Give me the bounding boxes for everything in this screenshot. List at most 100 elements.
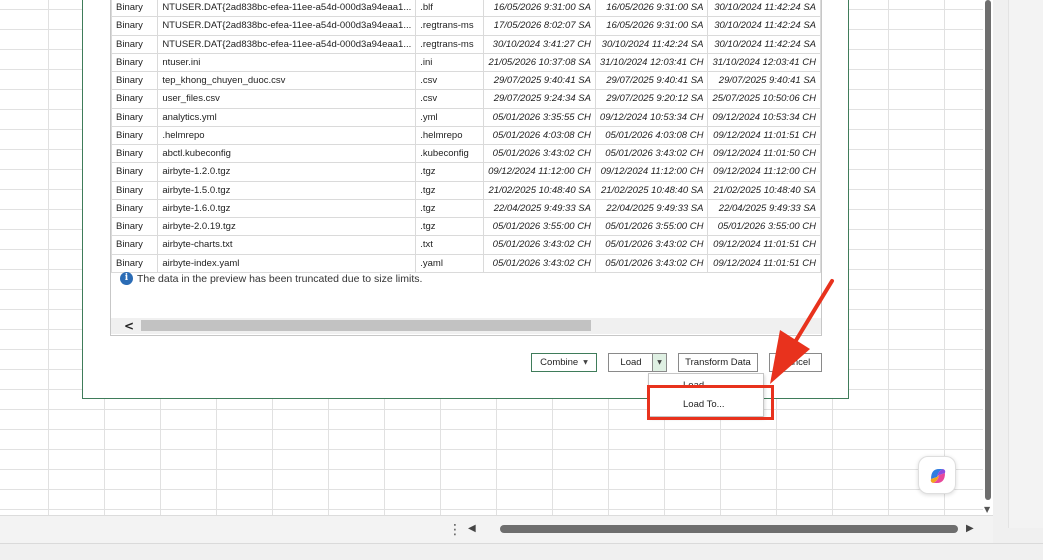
file-type-cell: Binary [111,125,159,146]
date-accessed-cell: 22/04/2025 9:49:33 SA [483,198,596,219]
preview-scroll-thumb[interactable] [141,320,591,331]
file-type-cell: Binary [111,70,159,91]
table-row[interactable]: Binary NTUSER.DAT{2ad838bc-efea-11ee-a54d… [111,34,821,54]
date-modified-cell: 29/07/2025 9:40:41 SA [594,70,709,91]
sheet-tab-bar: ⋮ ◀ ▶ [0,515,993,543]
date-created-cell: 31/10/2024 12:03:41 CH [707,52,821,73]
date-modified-cell: 09/12/2024 11:12:00 CH [594,162,709,182]
date-accessed-cell: 30/10/2024 3:41:27 CH [483,34,596,54]
scroll-down-arrow-icon[interactable]: ▼ [984,505,990,514]
combine-button-label: Combine [540,357,579,368]
table-row[interactable]: Binary tep_khong_chuyen_duoc.csv .csv 29/07… [111,70,821,91]
vertical-scrollbar[interactable]: ▼ [983,0,993,515]
date-created-cell: 05/01/2026 3:55:00 CH [707,216,821,237]
horizontal-scroll-thumb[interactable] [500,525,958,533]
date-accessed-cell: 05/01/2026 3:35:55 CH [483,107,596,127]
file-type-cell: Binary [111,143,159,164]
file-type-cell: Binary [111,216,159,237]
table-row[interactable]: Binary airbyte-charts.txt .txt 05/01/2026 3… [111,235,821,255]
chevron-down-icon: ▼ [583,359,588,366]
date-accessed-cell: 05/01/2026 4:03:08 CH [483,125,596,146]
transform-data-button[interactable]: Transform Data [678,353,758,372]
date-created-cell: 25/07/2025 10:50:06 CH [707,89,821,109]
annotation-highlight-box [647,385,774,420]
copilot-button[interactable] [918,456,956,494]
date-accessed-cell: 05/01/2026 3:43:02 CH [483,253,596,273]
table-row[interactable]: Binary airbyte-index.yaml .yaml 05/01/2026 … [111,253,821,273]
cancel-button-label: Cancel [780,357,811,368]
preview-horizontal-scrollbar[interactable]: < [111,318,821,334]
extension-cell: .kubeconfig [415,143,485,164]
scroll-right-arrow-icon[interactable]: ▶ [966,523,974,534]
date-accessed-cell: 05/01/2026 3:55:00 CH [483,216,596,237]
date-accessed-cell: 09/12/2024 11:12:00 CH [483,162,596,182]
file-name-cell: airbyte-charts.txt [157,235,417,255]
file-type-cell: Binary [111,180,159,200]
file-name-cell: airbyte-1.2.0.tgz [157,162,417,182]
table-row[interactable]: Binary ntuser.ini .ini 21/05/2026 10:37:08 … [111,52,821,73]
copilot-icon [930,469,946,483]
chevron-down-icon: ▼ [657,359,662,366]
load-dropdown-button[interactable]: ▼ [652,353,667,372]
file-type-cell: Binary [111,253,159,273]
file-preview-table: Binary NTUSER.DAT{2ad838bc-efea-11ee-a54d… [111,0,821,273]
status-bar [0,543,1043,560]
cancel-button[interactable]: Cancel [769,353,822,372]
date-modified-cell: 05/01/2026 3:43:02 CH [594,143,709,164]
extension-cell: .tgz [415,180,485,200]
file-name-cell: airbyte-1.6.0.tgz [157,198,417,219]
load-button-label: Load [620,357,642,368]
combine-button[interactable]: Combine ▼ [531,353,597,372]
file-type-cell: Binary [111,198,159,219]
date-modified-cell: 05/01/2026 3:55:00 CH [594,216,709,237]
file-type-cell: Binary [111,162,159,182]
side-pane-strip [1008,0,1043,528]
table-row[interactable]: Binary user_files.csv .csv 29/07/2025 9:24:… [111,89,821,109]
info-icon: i [120,272,133,285]
file-name-cell: user_files.csv [157,89,417,109]
chevron-left-icon[interactable]: < [124,319,134,333]
file-name-cell: analytics.yml [157,107,417,127]
more-options-icon[interactable]: ⋮ [448,522,462,538]
date-accessed-cell: 29/07/2025 9:40:41 SA [483,70,596,91]
file-name-cell: NTUSER.DAT{2ad838bc-efea-11ee-a54d-000d3… [157,16,417,36]
date-modified-cell: 31/10/2024 12:03:41 CH [594,52,709,73]
date-created-cell: 22/04/2025 9:49:33 SA [707,198,821,219]
date-accessed-cell: 16/05/2026 9:31:00 SA [483,0,596,18]
file-type-cell: Binary [111,89,159,109]
date-created-cell: 30/10/2024 11:42:24 SA [707,16,821,36]
extension-cell: .blf [415,0,485,18]
table-row[interactable]: Binary NTUSER.DAT{2ad838bc-efea-11ee-a54d… [111,0,821,18]
table-row[interactable]: Binary NTUSER.DAT{2ad838bc-efea-11ee-a54d… [111,16,821,36]
extension-cell: .yaml [415,253,485,273]
date-accessed-cell: 29/07/2025 9:24:34 SA [483,89,596,109]
extension-cell: .regtrans-ms [415,34,485,54]
truncation-notice-text: The data in the preview has been truncat… [137,272,423,285]
vertical-scroll-thumb[interactable] [985,0,991,500]
right-side-pane [993,0,1043,560]
table-row[interactable]: Binary .helmrepo .helmrepo 05/01/2026 4:03:… [111,125,821,146]
date-accessed-cell: 21/05/2026 10:37:08 SA [483,52,596,73]
file-preview-table-body: Binary NTUSER.DAT{2ad838bc-efea-11ee-a54d… [111,0,821,273]
file-type-cell: Binary [111,0,159,18]
date-created-cell: 09/12/2024 11:01:51 CH [707,253,821,273]
date-created-cell: 09/12/2024 11:01:51 CH [707,125,821,146]
extension-cell: .regtrans-ms [415,16,485,36]
table-row[interactable]: Binary analytics.yml .yml 05/01/2026 3:35:5… [111,107,821,127]
table-row[interactable]: Binary abctl.kubeconfig .kubeconfig 05/01/2… [111,143,821,164]
load-button[interactable]: Load [608,353,653,372]
file-name-cell: NTUSER.DAT{2ad838bc-efea-11ee-a54d-000d3… [157,34,417,54]
file-name-cell: ntuser.ini [157,52,417,73]
date-modified-cell: 16/05/2026 9:31:00 SA [594,16,709,36]
table-row[interactable]: Binary airbyte-1.2.0.tgz .tgz 09/12/2024 11… [111,162,821,182]
table-row[interactable]: Binary airbyte-1.5.0.tgz .tgz 21/02/2025 10… [111,180,821,200]
scroll-left-arrow-icon[interactable]: ◀ [468,523,476,534]
date-modified-cell: 30/10/2024 11:42:24 SA [594,34,709,54]
extension-cell: .helmrepo [415,125,485,146]
date-modified-cell: 21/02/2025 10:48:40 SA [594,180,709,200]
date-modified-cell: 16/05/2026 9:31:00 SA [594,0,709,18]
table-row[interactable]: Binary airbyte-1.6.0.tgz .tgz 22/04/2025 9:… [111,198,821,219]
table-row[interactable]: Binary airbyte-2.0.19.tgz .tgz 05/01/2026 3… [111,216,821,237]
date-created-cell: 09/12/2024 10:53:34 CH [707,107,821,127]
navigator-dialog: Binary NTUSER.DAT{2ad838bc-efea-11ee-a54d… [82,0,849,399]
